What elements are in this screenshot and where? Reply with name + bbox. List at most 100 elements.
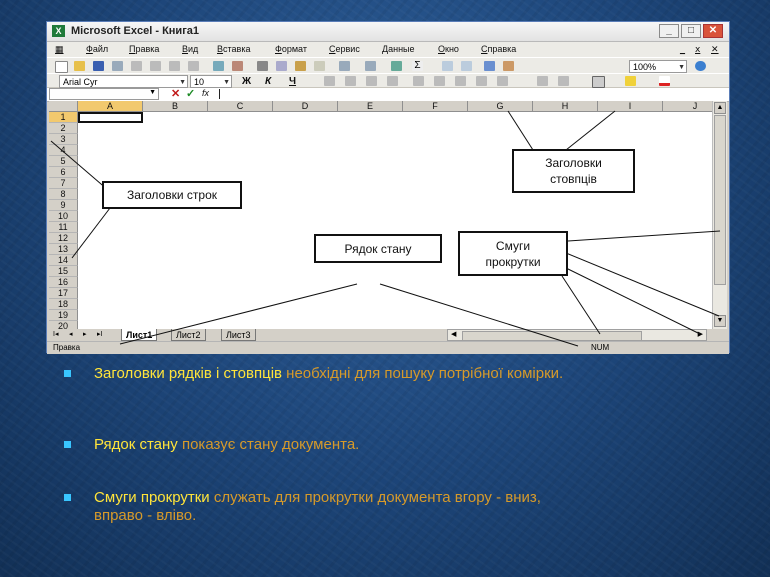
menu-file[interactable]: Файл [86, 42, 108, 57]
copy-icon[interactable] [276, 61, 287, 71]
menu-insert[interactable]: Вставка [217, 42, 250, 57]
cut-icon[interactable] [257, 61, 268, 71]
maximize-button[interactable]: □ [681, 24, 701, 38]
drawing-icon[interactable] [503, 61, 514, 71]
row-header-18[interactable]: 18 [49, 299, 78, 310]
column-header-d[interactable]: D [273, 101, 338, 112]
menu-tools[interactable]: Сервис [329, 42, 360, 57]
sort-desc-icon[interactable] [461, 61, 472, 71]
menu-window[interactable]: Окно [438, 42, 459, 57]
save-icon[interactable] [93, 61, 104, 71]
chart-wizard-icon[interactable] [484, 61, 495, 71]
sort-asc-icon[interactable] [442, 61, 453, 71]
row-header-16[interactable]: 16 [49, 277, 78, 288]
column-header-b[interactable]: B [143, 101, 208, 112]
scroll-left-icon[interactable]: ◀ [451, 330, 456, 340]
row-header-5[interactable]: 5 [49, 156, 78, 167]
close-button[interactable]: ✕ [703, 24, 723, 38]
column-header-f[interactable]: F [403, 101, 468, 112]
sheet-tab-2[interactable]: Лист2 [171, 329, 206, 341]
row-header-17[interactable]: 17 [49, 288, 78, 299]
sheet-tab-1[interactable]: Лист1 [121, 329, 158, 341]
format-painter-icon[interactable] [314, 61, 325, 71]
fill-color-icon[interactable] [625, 76, 636, 86]
row-header-4[interactable]: 4 [49, 145, 78, 156]
row-header-8[interactable]: 8 [49, 189, 78, 200]
column-header-i[interactable]: I [598, 101, 663, 112]
increase-decimal-icon[interactable] [476, 76, 487, 86]
redo-icon[interactable] [365, 61, 376, 71]
doc-close-button[interactable]: ✕ [711, 42, 719, 57]
font-size-select[interactable]: 10 ▼ [190, 75, 232, 88]
undo-icon[interactable] [339, 61, 350, 71]
column-header-c[interactable]: C [208, 101, 273, 112]
increase-indent-icon[interactable] [558, 76, 569, 86]
research-icon[interactable] [188, 61, 199, 71]
sheet-tab-3[interactable]: Лист3 [221, 329, 256, 341]
last-sheet-icon[interactable]: ▸I [97, 329, 102, 341]
active-cell-a1[interactable] [78, 112, 143, 123]
select-all-corner[interactable] [49, 101, 78, 112]
row-header-19[interactable]: 19 [49, 310, 78, 321]
paste-icon[interactable] [295, 61, 306, 71]
menu-view[interactable]: Вид [182, 42, 198, 57]
align-right-icon[interactable] [366, 76, 377, 86]
row-header-9[interactable]: 9 [49, 200, 78, 211]
scroll-down-icon[interactable]: ▼ [714, 315, 726, 327]
column-header-j[interactable]: J [663, 101, 712, 112]
font-name-select[interactable]: Arial Cyr ▼ [59, 75, 188, 88]
insert-function-icon[interactable]: fx [202, 88, 209, 98]
menu-data[interactable]: Данные [382, 42, 415, 57]
first-sheet-icon[interactable]: I◂ [53, 329, 58, 341]
vertical-scroll-thumb[interactable] [714, 115, 726, 285]
row-header-13[interactable]: 13 [49, 244, 78, 255]
prev-sheet-icon[interactable]: ◂ [69, 329, 73, 341]
font-color-icon[interactable] [659, 76, 670, 86]
currency-icon[interactable] [413, 76, 424, 86]
horizontal-scrollbar[interactable]: ◀ ▶ [447, 329, 707, 341]
email-icon[interactable] [131, 61, 142, 71]
column-header-e[interactable]: E [338, 101, 403, 112]
autosum-icon[interactable]: Σ [412, 61, 423, 71]
vertical-scrollbar[interactable]: ▲ ▼ [712, 101, 727, 329]
merge-center-icon[interactable] [387, 76, 398, 86]
row-header-15[interactable]: 15 [49, 266, 78, 277]
doc-restore-button[interactable]: ⅹ [695, 42, 700, 57]
decrease-decimal-icon[interactable] [497, 76, 508, 86]
cancel-entry-icon[interactable]: ✕ [171, 87, 180, 100]
column-header-a[interactable]: A [78, 101, 143, 112]
next-sheet-icon[interactable]: ▸ [83, 329, 87, 341]
scroll-right-icon[interactable]: ▶ [698, 330, 703, 340]
row-header-11[interactable]: 11 [49, 222, 78, 233]
scroll-up-icon[interactable]: ▲ [714, 102, 726, 114]
row-header-10[interactable]: 10 [49, 211, 78, 222]
row-header-6[interactable]: 6 [49, 167, 78, 178]
row-header-7[interactable]: 7 [49, 178, 78, 189]
formula-input[interactable] [219, 89, 220, 99]
open-icon[interactable] [74, 61, 85, 71]
menu-format[interactable]: Формат [275, 42, 307, 57]
minimize-button[interactable]: _ [659, 24, 679, 38]
align-center-icon[interactable] [345, 76, 356, 86]
column-header-g[interactable]: G [468, 101, 533, 112]
row-header-14[interactable]: 14 [49, 255, 78, 266]
spelling-icon[interactable] [213, 61, 224, 71]
column-header-h[interactable]: H [533, 101, 598, 112]
row-header-20[interactable]: 20 [49, 321, 78, 329]
document-menu-icon[interactable]: ▦ [55, 42, 64, 57]
align-left-icon[interactable] [324, 76, 335, 86]
underline-button[interactable]: Ч [289, 75, 296, 89]
menu-edit[interactable]: Правка [129, 42, 159, 57]
worksheet-grid[interactable]: A B C D E F G H I J 1 2 3 4 5 6 7 8 9 10… [49, 101, 712, 329]
research-book-icon[interactable] [232, 61, 243, 71]
borders-icon[interactable] [592, 76, 605, 88]
print-icon[interactable] [150, 61, 161, 71]
row-header-2[interactable]: 2 [49, 123, 78, 134]
menu-help[interactable]: Справка [481, 42, 516, 57]
row-header-3[interactable]: 3 [49, 134, 78, 145]
hyperlink-icon[interactable] [391, 61, 402, 71]
doc-minimize-button[interactable]: _ [680, 42, 685, 57]
decrease-indent-icon[interactable] [537, 76, 548, 86]
horizontal-scroll-thumb[interactable] [462, 331, 642, 341]
print-preview-icon[interactable] [169, 61, 180, 71]
